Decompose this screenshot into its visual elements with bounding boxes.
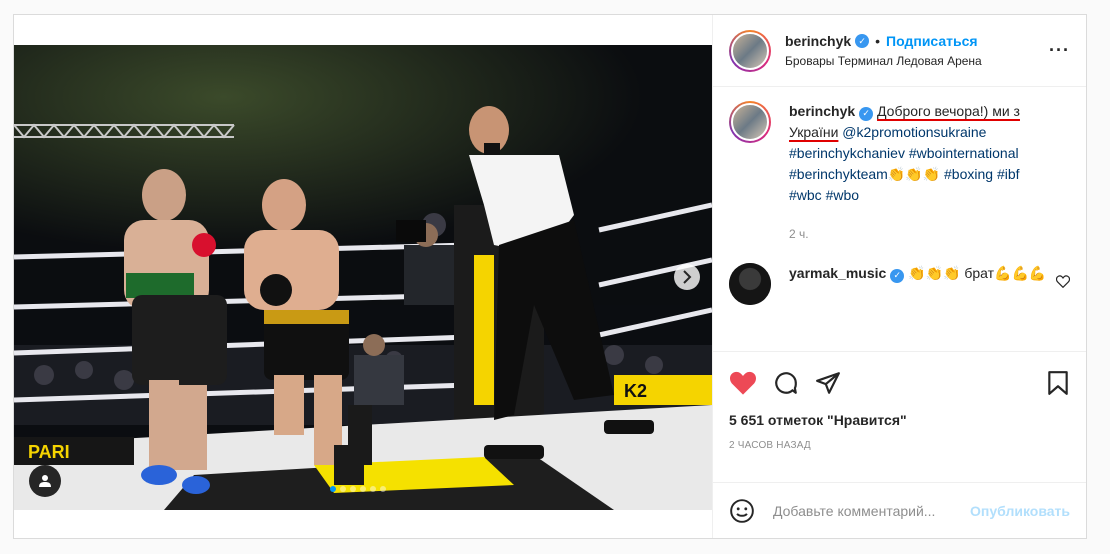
clap-emoji: 👏👏👏	[887, 166, 941, 182]
comment-like-heart-icon[interactable]	[1056, 275, 1070, 288]
caption-text-country: України	[789, 124, 839, 140]
add-comment-bar: Опубликовать	[713, 482, 1086, 538]
follow-button[interactable]: Подписаться	[886, 33, 978, 49]
emoji-smiley-icon[interactable]	[729, 498, 755, 524]
comment-item: yarmak_music ✓ 👏👏👏 брат💪💪💪	[729, 263, 1070, 305]
carousel-dot	[350, 486, 356, 492]
caption-username[interactable]: berinchyk	[789, 103, 855, 119]
share-paper-plane-icon[interactable]	[815, 370, 841, 396]
separator-dot: •	[875, 33, 881, 49]
bookmark-icon[interactable]	[1046, 370, 1070, 396]
post-sidebar: berinchyk ✓ • Подписаться Бровары Термин…	[712, 15, 1086, 538]
location-link[interactable]: Бровары Терминал Ледовая Арена	[785, 54, 1049, 68]
carousel-dot	[380, 486, 386, 492]
likes-count[interactable]: 5 651 отметок "Нравится"	[729, 412, 1070, 428]
comment-bubble-icon[interactable]	[773, 370, 799, 396]
instagram-post: PARI K2 berinchyk ✓ • Подписаться Бровар…	[13, 14, 1087, 539]
svg-text:K2: K2	[624, 381, 647, 401]
caption-avatar[interactable]	[729, 101, 771, 143]
caption-time[interactable]: 2 ч.	[789, 224, 1070, 245]
commenter-avatar[interactable]	[729, 263, 771, 305]
mention-link[interactable]: @k2promotionsukraine	[842, 124, 986, 140]
verified-badge-icon: ✓	[859, 106, 874, 121]
post-timestamp[interactable]: 2 ЧАСОВ НАЗАД	[729, 440, 1070, 451]
post-header: berinchyk ✓ • Подписаться Бровары Термин…	[713, 15, 1086, 87]
tagged-users-button[interactable]	[29, 465, 61, 497]
post-photo[interactable]: PARI K2	[14, 45, 712, 510]
carousel-indicator	[330, 486, 386, 492]
chevron-right-icon	[683, 270, 692, 284]
post-actions: 5 651 отметок "Нравится" 2 ЧАСОВ НАЗАД	[713, 351, 1086, 451]
verified-badge-icon: ✓	[890, 268, 905, 283]
carousel-dot	[370, 486, 376, 492]
svg-text:PARI: PARI	[28, 442, 70, 462]
post-media: PARI K2	[14, 15, 712, 538]
user-icon	[39, 475, 51, 487]
boxing-photo: PARI K2	[14, 45, 712, 510]
caption: berinchyk ✓ Доброго вечора!) ми з України…	[729, 101, 1070, 245]
carousel-dot	[340, 486, 346, 492]
caption-text: Доброго вечора!) ми з	[877, 103, 1020, 119]
commenter-username[interactable]: yarmak_music	[789, 265, 886, 281]
carousel-dot-active	[330, 486, 336, 492]
carousel-dot	[360, 486, 366, 492]
comments-section: berinchyk ✓ Доброго вечора!) ми з України…	[713, 87, 1086, 351]
comment-input[interactable]	[773, 502, 971, 519]
verified-badge-icon: ✓	[855, 34, 870, 48]
like-heart-icon[interactable]	[729, 370, 757, 396]
carousel-next-button[interactable]	[674, 264, 700, 290]
hashtag-team[interactable]: #berinchykteam	[789, 166, 888, 182]
publish-comment-button[interactable]: Опубликовать	[970, 503, 1070, 519]
hashtags-line-1[interactable]: #berinchykchaniev #wbointernational	[789, 145, 1019, 161]
author-avatar[interactable]	[729, 29, 771, 72]
author-username[interactable]: berinchyk	[785, 33, 851, 49]
comment-text: 👏👏👏 брат💪💪💪	[908, 265, 1047, 281]
hashtags-line-3[interactable]: #wbc #wbo	[789, 187, 859, 203]
hashtags-line-2[interactable]: #boxing #ibf	[944, 166, 1020, 182]
more-options-icon[interactable]: ···	[1049, 40, 1070, 61]
